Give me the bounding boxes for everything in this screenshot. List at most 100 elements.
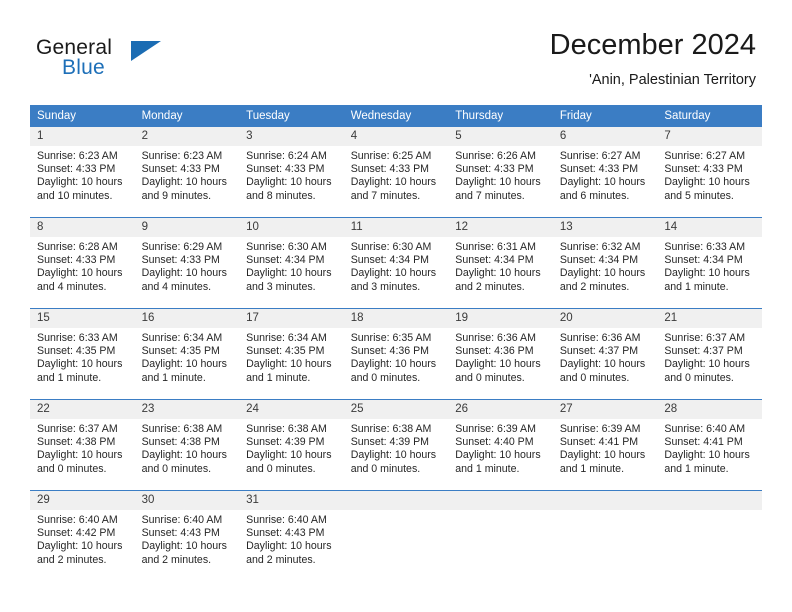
calendar-day-cell[interactable]: 31 Sunrise: 6:40 AM Sunset: 4:43 PM Dayl… [239,490,344,581]
calendar-day-cell[interactable]: 18 Sunrise: 6:35 AM Sunset: 4:36 PM Dayl… [343,308,449,400]
page-subtitle: 'Anin, Palestinian Territory [589,71,756,88]
calendar-day-cell[interactable]: 7 Sunrise: 6:27 AM Sunset: 4:33 PM Dayli… [657,127,762,218]
sunset-text: Sunset: 4:34 PM [664,254,743,267]
calendar-day-cell[interactable]: 9 Sunrise: 6:29 AM Sunset: 4:33 PM Dayli… [134,217,240,309]
calendar-day-cell[interactable]: 19 Sunrise: 6:36 AM Sunset: 4:36 PM Dayl… [448,308,553,400]
day-number: 11 [343,218,449,237]
sunrise-text: Sunrise: 6:36 AM [455,332,536,344]
calendar-day-cell-empty [343,490,449,581]
calendar-day-cell-empty [448,490,553,581]
day-details: Sunrise: 6:37 AM Sunset: 4:38 PM Dayligh… [30,419,135,476]
daylight-text-line2: and 1 minute. [455,462,520,475]
sunset-text: Sunset: 4:33 PM [559,163,639,176]
calendar-day-cell[interactable]: 4 Sunrise: 6:25 AM Sunset: 4:33 PM Dayli… [343,127,449,218]
weekday-header-friday: Friday [552,105,658,127]
sunrise-text: Sunrise: 6:23 AM [141,150,223,162]
day-details: Sunrise: 6:38 AM Sunset: 4:39 PM Dayligh… [344,419,449,476]
daylight-text-line2: and 2 minutes. [246,553,316,566]
calendar-day-cell[interactable]: 24 Sunrise: 6:38 AM Sunset: 4:39 PM Dayl… [239,399,344,491]
sunset-text: Sunset: 4:34 PM [559,254,639,267]
day-number: 3 [239,127,344,146]
daylight-text-line2: and 1 minute. [664,462,729,475]
calendar-day-cell[interactable]: 13 Sunrise: 6:32 AM Sunset: 4:34 PM Dayl… [552,217,658,309]
daylight-text-line1: Daylight: 10 hours [455,449,541,462]
day-details: Sunrise: 6:40 AM Sunset: 4:43 PM Dayligh… [135,510,240,567]
calendar-week-row: 8 Sunrise: 6:28 AM Sunset: 4:33 PM Dayli… [30,217,762,309]
daylight-text-line1: Daylight: 10 hours [350,176,437,189]
daylight-text-line2: and 3 minutes. [246,280,316,293]
calendar-day-cell[interactable]: 8 Sunrise: 6:28 AM Sunset: 4:33 PM Dayli… [30,217,135,309]
calendar-day-cell[interactable]: 27 Sunrise: 6:39 AM Sunset: 4:41 PM Dayl… [552,399,658,491]
sunrise-text: Sunrise: 6:28 AM [37,241,118,253]
day-details: Sunrise: 6:24 AM Sunset: 4:33 PM Dayligh… [239,146,344,203]
calendar-day-cell[interactable]: 28 Sunrise: 6:40 AM Sunset: 4:41 PM Dayl… [657,399,762,491]
calendar-day-cell[interactable]: 26 Sunrise: 6:39 AM Sunset: 4:40 PM Dayl… [448,399,553,491]
triangle-flag-icon [131,41,161,61]
daylight-text-line1: Daylight: 10 hours [141,267,227,280]
day-details: Sunrise: 6:26 AM Sunset: 4:33 PM Dayligh… [448,146,553,203]
calendar-day-cell[interactable]: 21 Sunrise: 6:37 AM Sunset: 4:37 PM Dayl… [657,308,762,400]
day-number: 19 [448,309,553,328]
calendar-day-cell[interactable]: 12 Sunrise: 6:31 AM Sunset: 4:34 PM Dayl… [448,217,553,309]
daylight-text-line1: Daylight: 10 hours [664,267,750,280]
sunset-text: Sunset: 4:37 PM [664,345,743,358]
weekday-header-wednesday: Wednesday [343,105,449,127]
sunrise-text: Sunrise: 6:38 AM [350,423,432,435]
sunset-text: Sunset: 4:33 PM [350,163,430,176]
day-number: 30 [134,491,240,510]
calendar-day-cell[interactable]: 14 Sunrise: 6:33 AM Sunset: 4:34 PM Dayl… [657,217,762,309]
day-details: Sunrise: 6:30 AM Sunset: 4:34 PM Dayligh… [239,237,344,294]
sunrise-text: Sunrise: 6:38 AM [246,423,327,435]
calendar-day-cell[interactable]: 30 Sunrise: 6:40 AM Sunset: 4:43 PM Dayl… [134,490,240,581]
calendar-day-cell[interactable]: 2 Sunrise: 6:23 AM Sunset: 4:33 PM Dayli… [134,127,240,218]
day-details: Sunrise: 6:39 AM Sunset: 4:41 PM Dayligh… [553,419,658,476]
daylight-text-line1: Daylight: 10 hours [246,449,332,462]
calendar-day-cell[interactable]: 17 Sunrise: 6:34 AM Sunset: 4:35 PM Dayl… [239,308,344,400]
calendar-day-cell[interactable]: 5 Sunrise: 6:26 AM Sunset: 4:33 PM Dayli… [448,127,553,218]
calendar-day-cell[interactable]: 6 Sunrise: 6:27 AM Sunset: 4:33 PM Dayli… [552,127,658,218]
daylight-text-line1: Daylight: 10 hours [559,176,646,189]
calendar-day-cell[interactable]: 29 Sunrise: 6:40 AM Sunset: 4:42 PM Dayl… [30,490,135,581]
day-number: 1 [30,127,135,146]
day-number: 25 [343,400,449,419]
calendar-day-cell[interactable]: 20 Sunrise: 6:36 AM Sunset: 4:37 PM Dayl… [552,308,658,400]
sunset-text: Sunset: 4:36 PM [350,345,430,358]
sunrise-text: Sunrise: 6:27 AM [664,150,746,162]
sunset-text: Sunset: 4:38 PM [141,436,220,449]
daylight-text-line1: Daylight: 10 hours [455,176,541,189]
daylight-text-line1: Daylight: 10 hours [141,449,227,462]
title-block: December 2024 'Anin, Palestinian Territo… [550,29,756,88]
calendar-week-row: 29 Sunrise: 6:40 AM Sunset: 4:42 PM Dayl… [30,490,762,581]
day-number: 17 [239,309,344,328]
daylight-text-line1: Daylight: 10 hours [37,449,123,462]
calendar-day-cell[interactable]: 22 Sunrise: 6:37 AM Sunset: 4:38 PM Dayl… [30,399,135,491]
calendar-day-cell[interactable]: 11 Sunrise: 6:30 AM Sunset: 4:34 PM Dayl… [343,217,449,309]
day-number: 18 [343,309,449,328]
day-details: Sunrise: 6:36 AM Sunset: 4:36 PM Dayligh… [448,328,553,385]
day-details: Sunrise: 6:34 AM Sunset: 4:35 PM Dayligh… [239,328,344,385]
sunset-text: Sunset: 4:33 PM [141,163,220,176]
daylight-text-line1: Daylight: 10 hours [37,540,123,553]
calendar-day-cell[interactable]: 10 Sunrise: 6:30 AM Sunset: 4:34 PM Dayl… [239,217,344,309]
day-details: Sunrise: 6:27 AM Sunset: 4:33 PM Dayligh… [657,146,762,203]
daylight-text-line2: and 3 minutes. [350,280,421,293]
daylight-text-line1: Daylight: 10 hours [559,267,646,280]
day-details: Sunrise: 6:29 AM Sunset: 4:33 PM Dayligh… [135,237,240,294]
sunset-text: Sunset: 4:38 PM [37,436,116,449]
calendar-body: 1 Sunrise: 6:23 AM Sunset: 4:33 PM Dayli… [30,127,762,581]
general-blue-logo[interactable]: General Blue [36,36,216,86]
daylight-text-line2: and 1 minute. [246,371,311,384]
calendar-table: Sunday Monday Tuesday Wednesday Thursday… [30,105,762,581]
day-number: 4 [343,127,449,146]
sunset-text: Sunset: 4:43 PM [141,527,220,540]
day-number: 28 [657,400,762,419]
calendar-day-cell[interactable]: 16 Sunrise: 6:34 AM Sunset: 4:35 PM Dayl… [134,308,240,400]
daylight-text-line1: Daylight: 10 hours [246,176,332,189]
calendar-day-cell[interactable]: 1 Sunrise: 6:23 AM Sunset: 4:33 PM Dayli… [30,127,135,218]
calendar-day-cell[interactable]: 15 Sunrise: 6:33 AM Sunset: 4:35 PM Dayl… [30,308,135,400]
daylight-text-line2: and 7 minutes. [350,189,421,202]
day-number: 21 [657,309,762,328]
calendar-day-cell[interactable]: 25 Sunrise: 6:38 AM Sunset: 4:39 PM Dayl… [343,399,449,491]
calendar-day-cell[interactable]: 23 Sunrise: 6:38 AM Sunset: 4:38 PM Dayl… [134,399,240,491]
calendar-day-cell[interactable]: 3 Sunrise: 6:24 AM Sunset: 4:33 PM Dayli… [239,127,344,218]
